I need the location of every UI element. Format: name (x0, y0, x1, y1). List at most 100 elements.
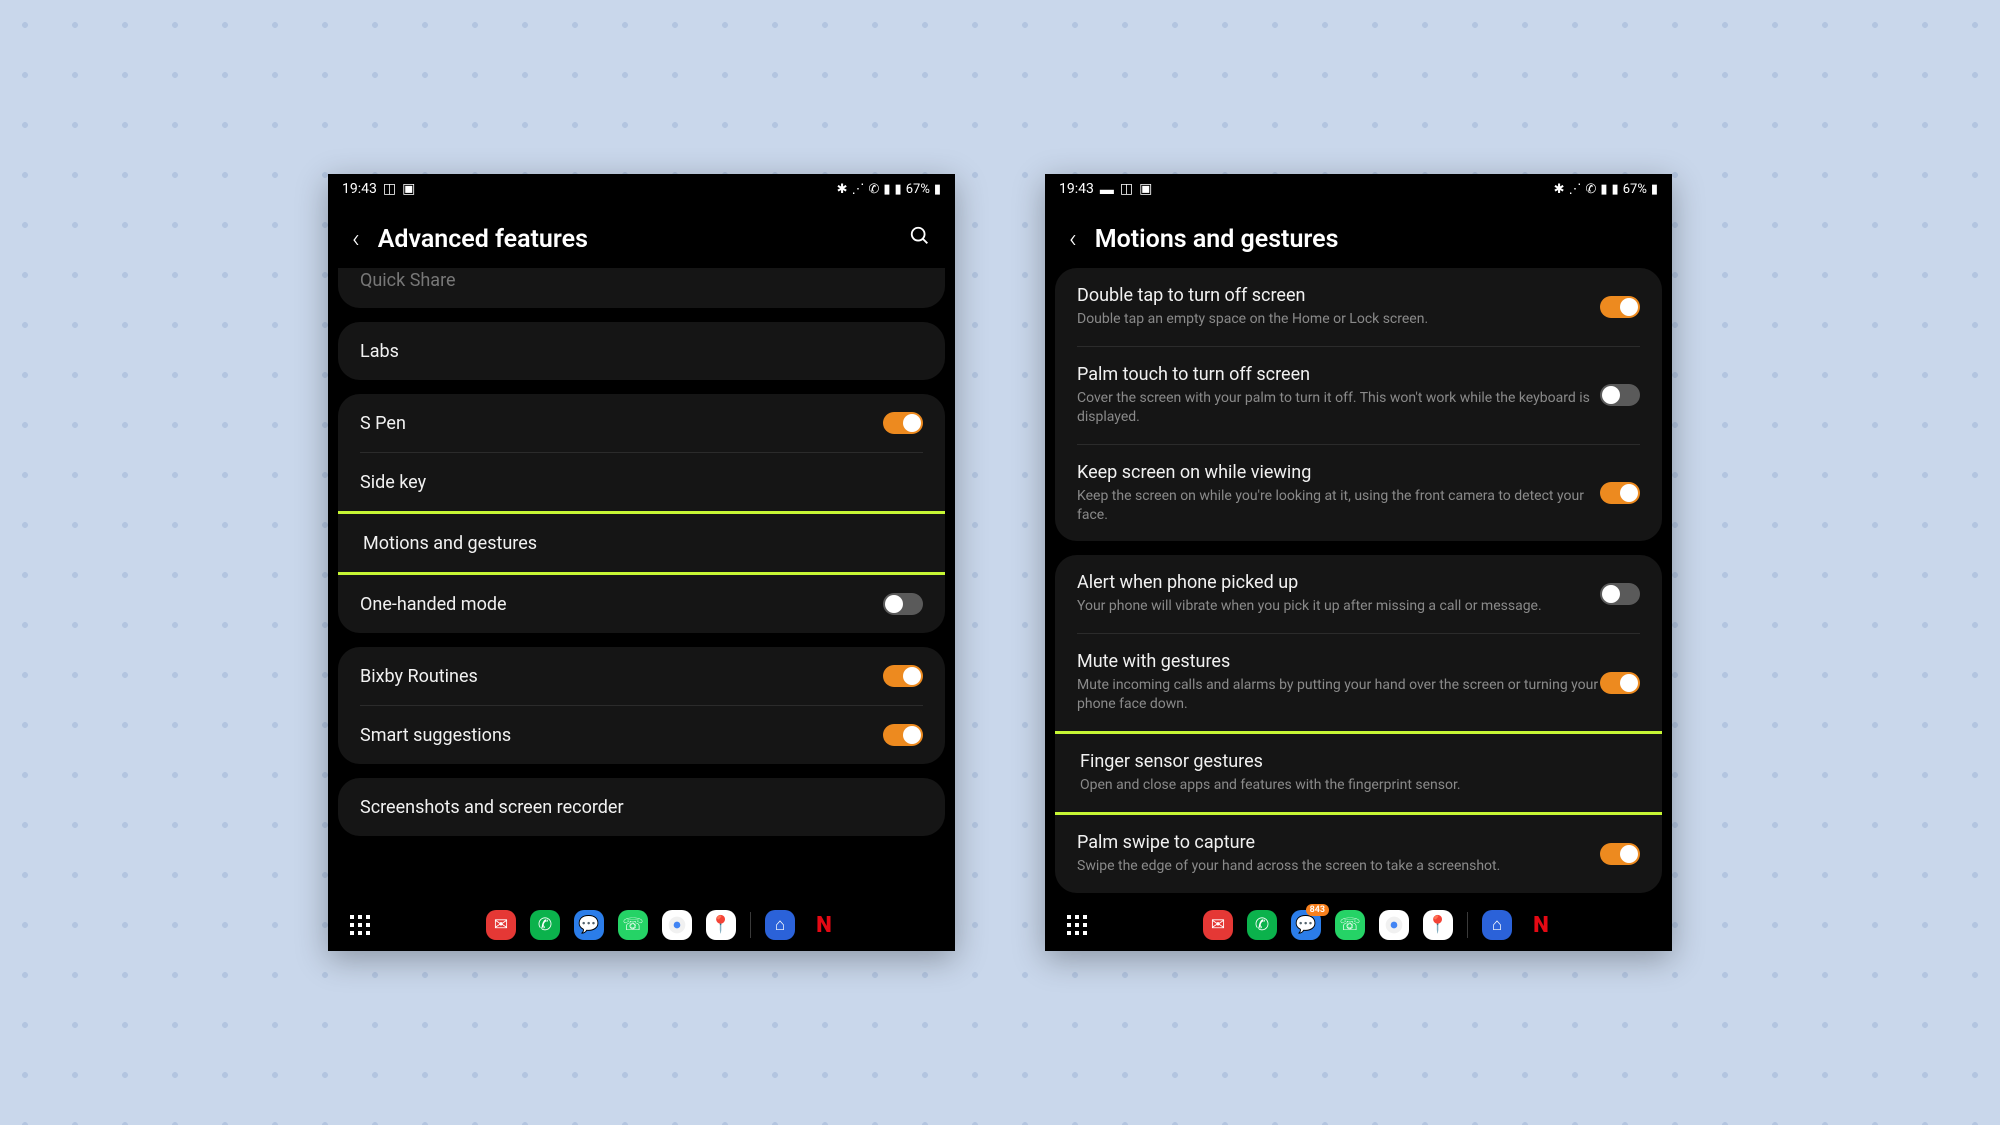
phone-icon[interactable]: ✆ (530, 910, 560, 940)
sub-keep-screen: Keep the screen on while you're looking … (1077, 487, 1600, 525)
vowifi-icon: ✆ (1585, 182, 1596, 197)
group-alerts: Alert when phone picked up Your phone wi… (1055, 555, 1662, 892)
label-smart: Smart suggestions (360, 725, 883, 746)
page-title: Advanced features (378, 225, 891, 254)
row-alert[interactable]: Alert when phone picked up Your phone wi… (1055, 555, 1662, 633)
maps-icon[interactable]: 📍 (1423, 910, 1453, 940)
back-icon[interactable]: ‹ (1069, 224, 1077, 254)
messages-icon[interactable]: 💬 (574, 910, 604, 940)
row-palm-touch[interactable]: Palm touch to turn off screen Cover the … (1055, 347, 1662, 444)
row-smart[interactable]: Smart suggestions (338, 706, 945, 764)
sub-double-tap: Double tap an empty space on the Home or… (1077, 310, 1600, 329)
row-spen[interactable]: S Pen (338, 394, 945, 452)
row-palm-swipe[interactable]: Palm swipe to capture Swipe the edge of … (1055, 815, 1662, 893)
label-motions: Motions and gestures (363, 533, 920, 554)
back-icon[interactable]: ‹ (352, 224, 360, 254)
badge-count: 843 (1306, 904, 1329, 916)
nav-bar: ✉ ✆ 💬 ☏ 📍 ⌂ N (328, 899, 955, 951)
toggle-palm-touch[interactable] (1600, 384, 1640, 406)
battery-percent: 67% (906, 182, 930, 197)
netflix-icon[interactable]: N (1526, 910, 1556, 940)
battery-icon: ▮ (1651, 182, 1658, 197)
maps-icon[interactable]: 📍 (706, 910, 736, 940)
sub-alert: Your phone will vibrate when you pick it… (1077, 597, 1600, 616)
label-alert: Alert when phone picked up (1077, 572, 1600, 593)
status-time: 19:43 (342, 181, 377, 197)
label-bixby: Bixby Routines (360, 666, 883, 687)
bluetooth-icon: ✱ (837, 182, 848, 197)
notif-icon: ▬ (1100, 181, 1114, 198)
sub-mute: Mute incoming calls and alarms by puttin… (1077, 676, 1600, 714)
row-mute[interactable]: Mute with gestures Mute incoming calls a… (1055, 634, 1662, 731)
row-motions[interactable]: Motions and gestures (338, 514, 945, 572)
group-screenshots: Screenshots and screen recorder (338, 778, 945, 836)
status-bar: 19:43 ◫ ▣ ✱ ⋰ ✆ ▮ ▮ 67% ▮ (328, 174, 955, 204)
group-quick-share: Quick Share (338, 268, 945, 308)
whatsapp-icon[interactable]: ☏ (1335, 910, 1365, 940)
group-labs: Labs (338, 322, 945, 380)
highlight-motions: Motions and gestures (338, 511, 945, 575)
messages-icon[interactable]: 💬843 (1291, 910, 1321, 940)
row-bixby[interactable]: Bixby Routines (338, 647, 945, 705)
label-finger: Finger sensor gestures (1080, 751, 1637, 772)
signal-icon-2: ▮ (895, 182, 902, 197)
notif-icon-2: ◫ (1120, 181, 1133, 197)
bluetooth-icon: ✱ (1554, 182, 1565, 197)
label-mute: Mute with gestures (1077, 651, 1600, 672)
notif-icon-3: ▣ (1139, 181, 1152, 197)
row-double-tap[interactable]: Double tap to turn off screen Double tap… (1055, 268, 1662, 346)
chrome-icon[interactable] (662, 910, 692, 940)
header: ‹ Advanced features (328, 204, 955, 268)
wifi-icon: ⋰ (851, 182, 864, 197)
sub-palm-swipe: Swipe the edge of your hand across the s… (1077, 857, 1600, 876)
notif-icon-2: ▣ (402, 181, 415, 197)
mail-icon[interactable]: ✉ (486, 910, 516, 940)
status-time: 19:43 (1059, 181, 1094, 197)
apps-icon[interactable] (350, 915, 370, 935)
label-sidekey: Side key (360, 472, 923, 493)
label-palm-touch: Palm touch to turn off screen (1077, 364, 1600, 385)
notif-icon: ◫ (383, 181, 396, 197)
label-quick-share: Quick Share (360, 270, 923, 291)
mail-icon[interactable]: ✉ (1203, 910, 1233, 940)
row-labs[interactable]: Labs (338, 322, 945, 380)
page-title: Motions and gestures (1095, 225, 1648, 254)
home-icon[interactable]: ⌂ (1482, 910, 1512, 940)
status-bar: 19:43 ▬ ◫ ▣ ✱ ⋰ ✆ ▮ ▮ 67% ▮ (1045, 174, 1672, 204)
sub-finger: Open and close apps and features with th… (1080, 776, 1637, 795)
toggle-spen[interactable] (883, 412, 923, 434)
row-keep-screen[interactable]: Keep screen on while viewing Keep the sc… (1055, 445, 1662, 542)
toggle-alert[interactable] (1600, 583, 1640, 605)
label-double-tap: Double tap to turn off screen (1077, 285, 1600, 306)
row-finger[interactable]: Finger sensor gestures Open and close ap… (1055, 734, 1662, 812)
apps-icon[interactable] (1067, 915, 1087, 935)
netflix-icon[interactable]: N (809, 910, 839, 940)
phone-icon[interactable]: ✆ (1247, 910, 1277, 940)
vowifi-icon: ✆ (868, 182, 879, 197)
label-spen: S Pen (360, 413, 883, 434)
whatsapp-icon[interactable]: ☏ (618, 910, 648, 940)
toggle-palm-swipe[interactable] (1600, 843, 1640, 865)
search-icon[interactable] (909, 225, 931, 253)
chrome-icon[interactable] (1379, 910, 1409, 940)
label-keep-screen: Keep screen on while viewing (1077, 462, 1600, 483)
right-screenshot: 19:43 ▬ ◫ ▣ ✱ ⋰ ✆ ▮ ▮ 67% ▮ ‹ Motions an… (1045, 174, 1672, 951)
group-input: S Pen Side key Motions and gestures One-… (338, 394, 945, 633)
row-onehanded[interactable]: One-handed mode (338, 575, 945, 633)
row-quick-share[interactable]: Quick Share (338, 268, 945, 308)
home-icon[interactable]: ⌂ (765, 910, 795, 940)
row-screenshots[interactable]: Screenshots and screen recorder (338, 778, 945, 836)
nav-separator (750, 912, 751, 938)
signal-icon: ▮ (883, 182, 890, 197)
toggle-smart[interactable] (883, 724, 923, 746)
sub-palm-touch: Cover the screen with your palm to turn … (1077, 389, 1600, 427)
toggle-keep-screen[interactable] (1600, 482, 1640, 504)
row-sidekey[interactable]: Side key (338, 453, 945, 511)
highlight-finger: Finger sensor gestures Open and close ap… (1055, 731, 1662, 815)
toggle-mute[interactable] (1600, 672, 1640, 694)
signal-icon-2: ▮ (1612, 182, 1619, 197)
toggle-double-tap[interactable] (1600, 296, 1640, 318)
toggle-onehanded[interactable] (883, 593, 923, 615)
label-screenshots: Screenshots and screen recorder (360, 797, 923, 818)
toggle-bixby[interactable] (883, 665, 923, 687)
